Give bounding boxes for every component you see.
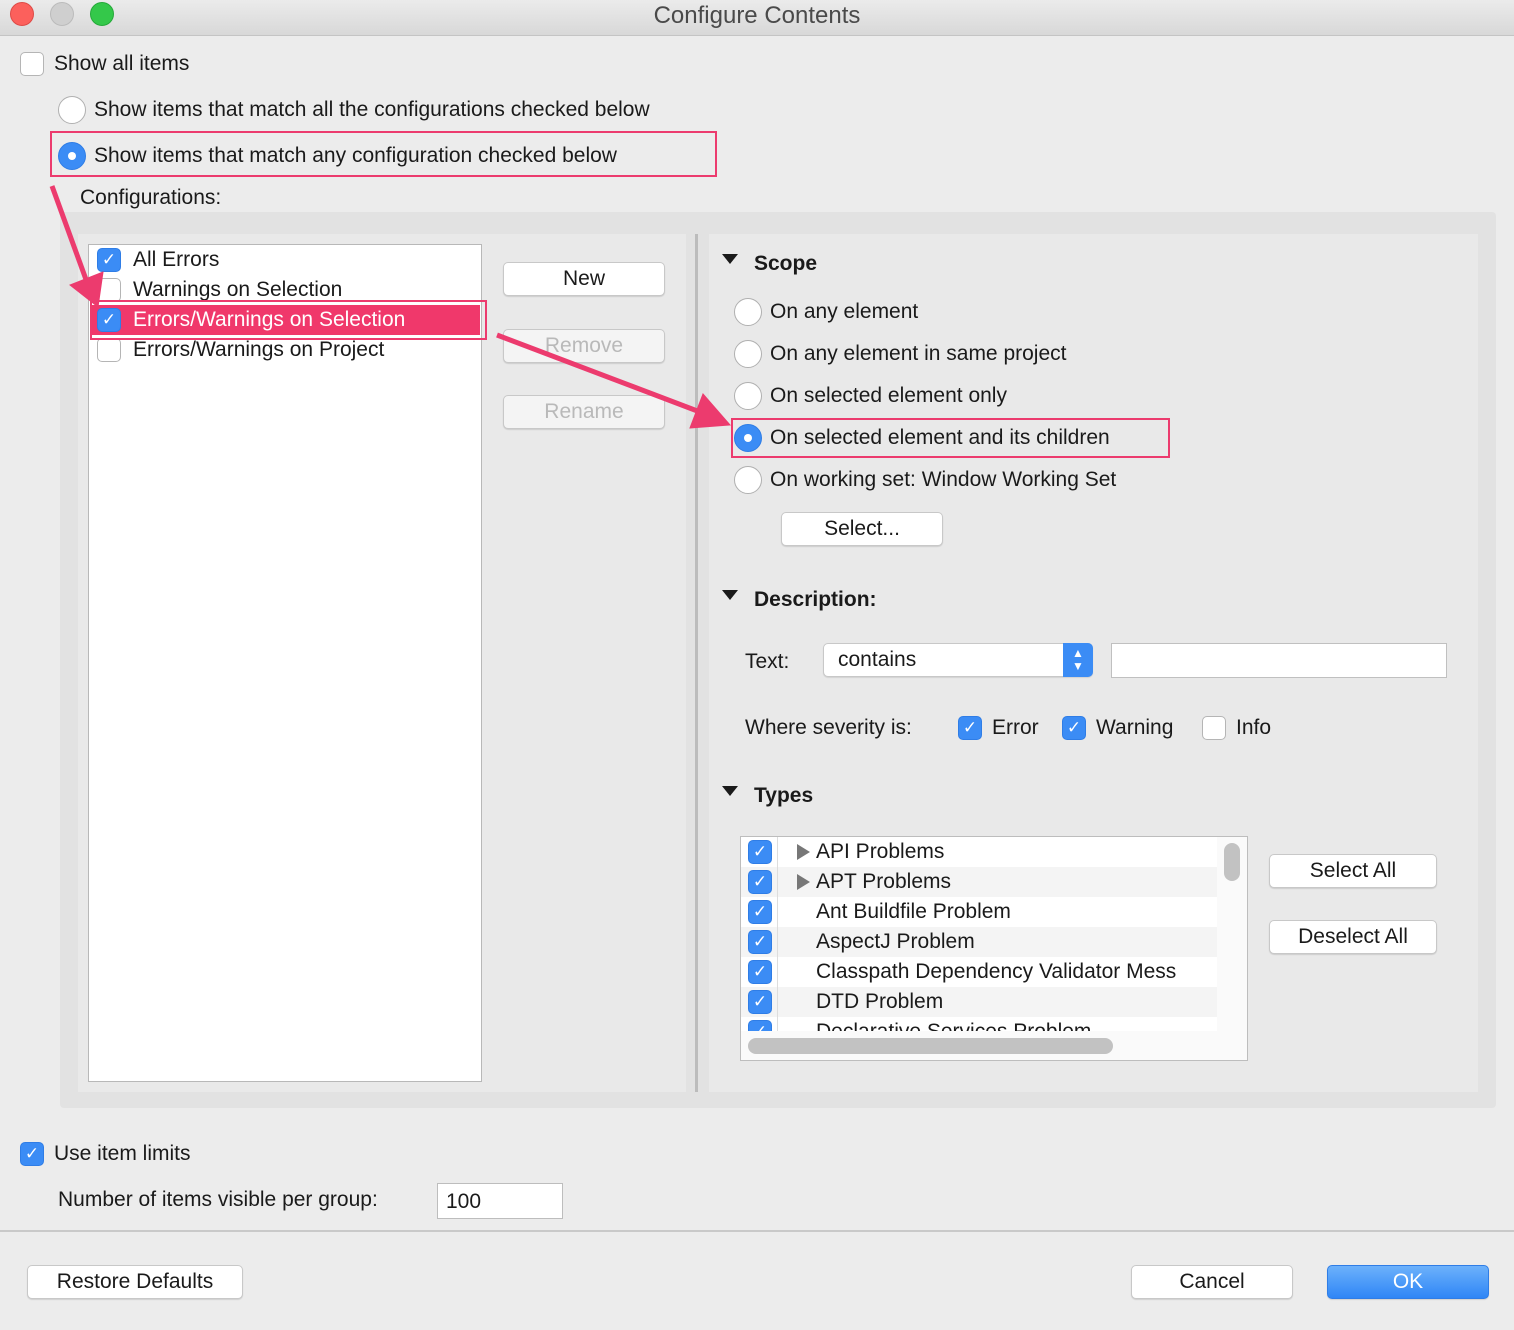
scope-selected-radio[interactable] [734, 382, 762, 410]
severity-info-checkbox[interactable] [1202, 716, 1226, 740]
type-label: DTD Problem [816, 990, 944, 1013]
remove-button[interactable]: Remove [503, 329, 665, 363]
footer-divider [0, 1230, 1514, 1232]
pane-splitter[interactable] [695, 234, 698, 1092]
checkbox[interactable]: ✓ [748, 840, 772, 864]
text-label: Text: [745, 650, 790, 673]
new-button[interactable]: New [503, 262, 665, 296]
checkbox[interactable]: ✓ [748, 990, 772, 1014]
scope-any-radio[interactable] [734, 298, 762, 326]
items-per-group-label: Number of items visible per group: [58, 1188, 378, 1211]
checkbox[interactable]: ✓ [748, 960, 772, 984]
scope-heading: Scope [754, 252, 818, 275]
cancel-button[interactable]: Cancel [1131, 1265, 1293, 1299]
rename-button[interactable]: Rename [503, 395, 665, 429]
types-tree-row[interactable]: ✓ API Problems [741, 837, 1217, 867]
match-all-radio[interactable] [58, 96, 86, 124]
disclosure-triangle-icon[interactable] [722, 786, 738, 796]
checkbox[interactable]: ✓ [748, 930, 772, 954]
severity-warning-label: Warning [1096, 716, 1174, 739]
window-title: Configure Contents [653, 2, 861, 29]
scope-project-radio[interactable] [734, 340, 762, 368]
scope-option-label: On any element in same project [770, 342, 1067, 365]
type-label: Declarative Services Problem [816, 1019, 1091, 1031]
restore-defaults-button[interactable]: Restore Defaults [27, 1265, 243, 1299]
checkbox[interactable] [97, 278, 121, 302]
types-tree-row[interactable]: ✓ APT Problems [741, 867, 1217, 897]
types-tree[interactable]: ✓ API Problems ✓ APT Problems ✓ Ant Buildfile… [740, 836, 1248, 1061]
vertical-scrollbar[interactable] [1224, 843, 1240, 881]
description-text-input[interactable] [1111, 643, 1447, 678]
description-heading: Description: [754, 588, 877, 611]
scope-option-label: On any element [770, 300, 919, 323]
type-label: Ant Buildfile Problem [816, 900, 1011, 923]
annotation-box [90, 300, 487, 340]
list-item[interactable]: ✓ All Errors [90, 245, 565, 275]
type-label: Classpath Dependency Validator Mess [816, 960, 1177, 983]
select-all-button[interactable]: Select All [1269, 854, 1437, 888]
types-tree-row[interactable]: ✓ DTD Problem [741, 987, 1217, 1017]
configurations-list[interactable]: ✓ All Errors Warnings on Selection ✓ Err… [88, 244, 482, 1082]
configurations-label: Configurations: [80, 186, 222, 209]
scope-option-label: On working set: Window Working Set [770, 468, 1117, 491]
types-tree-row[interactable]: ✓ Ant Buildfile Problem [741, 897, 1217, 927]
expand-triangle-icon[interactable] [797, 874, 810, 890]
types-tree-row[interactable]: ✓ Declarative Services Problem [741, 1017, 1217, 1031]
list-item-label: Errors/Warnings on Project [133, 338, 385, 361]
title-bar: Configure Contents [0, 0, 1514, 36]
items-per-group-input[interactable]: 100 [437, 1183, 563, 1219]
severity-info-label: Info [1236, 716, 1272, 739]
show-all-checkbox[interactable] [20, 52, 44, 76]
expand-triangle-icon[interactable] [797, 844, 810, 860]
checkbox[interactable] [97, 338, 121, 362]
annotation-box [731, 418, 1170, 458]
checkbox[interactable]: ✓ [748, 900, 772, 924]
severity-error-label: Error [992, 716, 1039, 739]
use-item-limits-label: Use item limits [54, 1142, 191, 1165]
severity-warning-checkbox[interactable]: ✓ [1062, 716, 1086, 740]
operator-value: contains [838, 648, 917, 671]
checkbox[interactable]: ✓ [97, 248, 121, 272]
select-working-set-button[interactable]: Select... [781, 512, 943, 546]
severity-label: Where severity is: [745, 716, 912, 739]
disclosure-triangle-icon[interactable] [722, 254, 738, 264]
type-label: API Problems [816, 840, 945, 863]
disclosure-triangle-icon[interactable] [722, 590, 738, 600]
checkbox[interactable]: ✓ [748, 870, 772, 894]
ok-button[interactable]: OK [1327, 1265, 1489, 1299]
column-divider [777, 837, 778, 1031]
show-all-label: Show all items [54, 52, 190, 75]
types-tree-rows: ✓ API Problems ✓ APT Problems ✓ Ant Buildfile… [741, 837, 1217, 1031]
horizontal-scrollbar[interactable] [748, 1038, 1113, 1054]
checkbox[interactable]: ✓ [748, 1020, 772, 1031]
list-item-label: All Errors [133, 248, 220, 271]
operator-select[interactable]: contains ▲ ▼ [823, 643, 1093, 677]
types-tree-row[interactable]: ✓ AspectJ Problem [741, 927, 1217, 957]
deselect-all-button[interactable]: Deselect All [1269, 920, 1437, 954]
severity-error-checkbox[interactable]: ✓ [958, 716, 982, 740]
types-heading: Types [754, 784, 814, 807]
scope-option-label: On selected element only [770, 384, 1007, 407]
scope-working-set-radio[interactable] [734, 466, 762, 494]
annotation-box [50, 131, 717, 177]
types-tree-row[interactable]: ✓ Classpath Dependency Validator Mess [741, 957, 1217, 987]
type-label: AspectJ Problem [816, 930, 975, 953]
updown-chevron-icon: ▲ ▼ [1063, 643, 1093, 677]
match-all-label: Show items that match all the configurat… [94, 98, 650, 121]
use-item-limits-checkbox[interactable]: ✓ [20, 1142, 44, 1166]
type-label: APT Problems [816, 870, 951, 893]
